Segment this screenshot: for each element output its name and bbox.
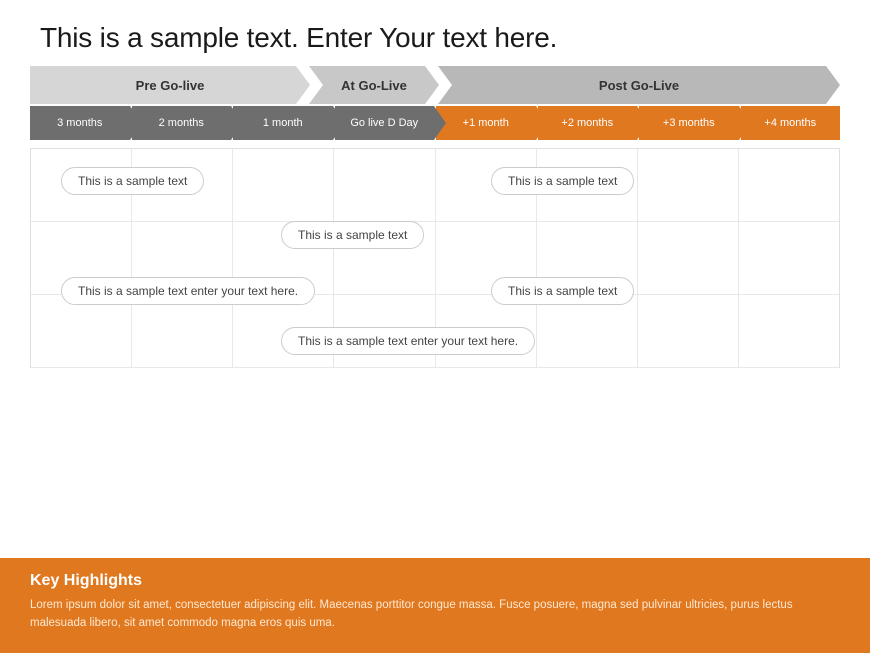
page-title: This is a sample text. Enter Your text h… [40, 22, 830, 54]
footer-text: Lorem ipsum dolor sit amet, consectetuer… [30, 596, 840, 633]
timeline-item-0: 3 months [30, 106, 130, 140]
content-items: This is a sample text This is a sample te… [31, 149, 839, 369]
phase-pre: Pre Go-live [30, 66, 310, 104]
timeline-item-1: 2 months [132, 106, 232, 140]
phase-headers: Pre Go-live At Go-Live Post Go-Live [30, 66, 840, 104]
header: This is a sample text. Enter Your text h… [0, 0, 870, 66]
timeline-item-6: +3 months [639, 106, 739, 140]
timeline-item-3: Go live D Day [335, 106, 435, 140]
phase-at: At Go-Live [309, 66, 439, 104]
phase-post-label: Post Go-Live [599, 78, 679, 93]
arrow-timeline: 3 months2 months1 monthGo live D Day+1 m… [30, 106, 840, 140]
box6: This is a sample text enter your text he… [281, 327, 535, 355]
footer: Key Highlights Lorem ipsum dolor sit ame… [0, 558, 870, 653]
box1: This is a sample text [61, 167, 204, 195]
timeline-item-4: +1 month [436, 106, 536, 140]
timeline-item-5: +2 months [538, 106, 638, 140]
box4: This is a sample text enter your text he… [61, 277, 315, 305]
box2: This is a sample text [491, 167, 634, 195]
phase-at-label: At Go-Live [341, 78, 407, 93]
content-grid: This is a sample text This is a sample te… [30, 148, 840, 368]
timeline-section: Pre Go-live At Go-Live Post Go-Live 3 mo… [0, 66, 870, 558]
timeline-item-7: +4 months [741, 106, 841, 140]
footer-title: Key Highlights [30, 572, 840, 590]
phase-pre-label: Pre Go-live [136, 78, 205, 93]
box5: This is a sample text [491, 277, 634, 305]
timeline-item-2: 1 month [233, 106, 333, 140]
phase-post: Post Go-Live [438, 66, 840, 104]
page-wrapper: This is a sample text. Enter Your text h… [0, 0, 870, 653]
box3: This is a sample text [281, 221, 424, 249]
